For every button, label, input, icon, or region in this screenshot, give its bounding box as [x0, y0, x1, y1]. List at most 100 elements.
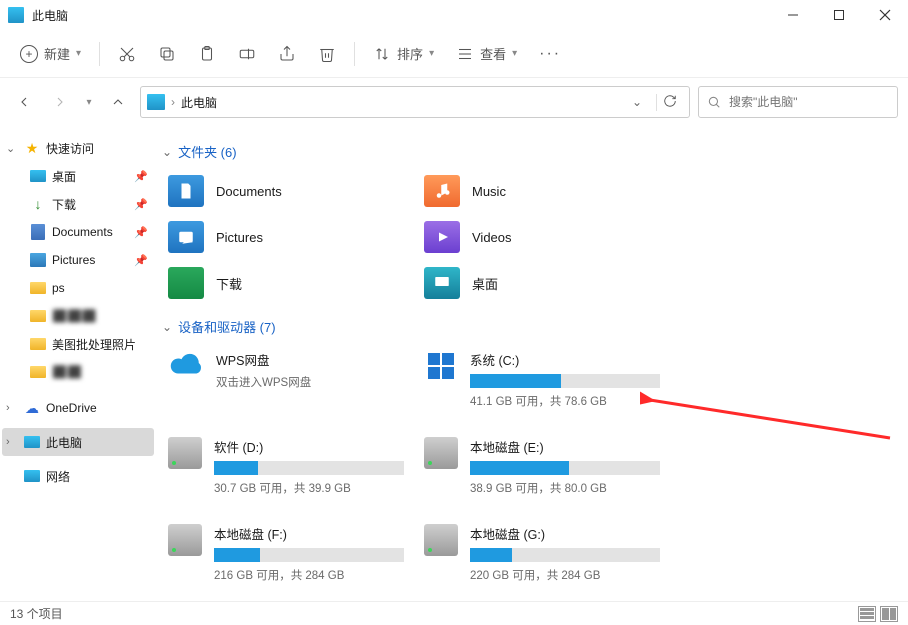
sidebar-item-documents[interactable]: Documents 📌 — [2, 218, 154, 246]
chevron-right-icon: › — [6, 436, 18, 448]
refresh-button[interactable] — [656, 94, 683, 111]
rename-button[interactable] — [228, 39, 266, 69]
delete-button[interactable] — [308, 39, 346, 69]
sidebar-item-label: 美图批处理照片 — [52, 336, 136, 353]
folder-label: Pictures — [216, 230, 263, 245]
cut-button[interactable] — [108, 39, 146, 69]
drive-name: 系统 (C:) — [470, 350, 660, 369]
pictures-icon — [30, 253, 46, 267]
sidebar-item-label: ⬛⬛⬛ — [52, 309, 97, 323]
drive-item[interactable]: 本地磁盘 (G:) 220 GB 可用，共 284 GB — [418, 520, 666, 587]
folder-thumb-icon — [424, 267, 460, 299]
minimize-button[interactable] — [770, 0, 816, 30]
icons-view-button[interactable] — [880, 606, 898, 622]
sidebar-item-ps[interactable]: ps — [2, 274, 154, 302]
back-button[interactable] — [10, 88, 38, 116]
drives-grid: WPS网盘双击进入WPS网盘 系统 (C:) 41.1 GB 可用，共 78.6 G… — [162, 346, 900, 601]
folder-item[interactable]: Videos — [418, 217, 666, 257]
new-button[interactable]: + 新建 ▾ — [10, 38, 91, 69]
address-dropdown[interactable]: ⌄ — [628, 95, 646, 109]
drive-item[interactable]: 本地磁盘 (F:)216 GB 可用，共 284 GB — [162, 520, 410, 587]
breadcrumb[interactable]: 此电脑 — [181, 94, 217, 111]
sidebar-item-desktop[interactable]: 桌面 📌 — [2, 162, 154, 190]
wps-cloud-icon — [168, 350, 204, 382]
paste-button[interactable] — [188, 39, 226, 69]
drive-item[interactable]: 软件 (D:)30.7 GB 可用，共 39.9 GB — [162, 433, 410, 500]
drive-name: 本地磁盘 (E:) — [470, 437, 660, 456]
rename-icon — [238, 45, 256, 63]
folder-label: 桌面 — [472, 274, 498, 293]
sidebar-item-downloads[interactable]: ↓ 下载 📌 — [2, 190, 154, 218]
folder-label: Music — [472, 184, 506, 199]
separator — [99, 42, 100, 66]
sidebar-network[interactable]: 网络 — [2, 462, 154, 490]
forward-button[interactable] — [46, 88, 74, 116]
drive-capacity-bar — [214, 461, 404, 475]
sidebar-item-redacted-1[interactable]: ⬛⬛⬛ — [2, 302, 154, 330]
pin-icon: 📌 — [134, 198, 148, 211]
scissors-icon — [118, 45, 136, 63]
download-icon: ↓ — [30, 196, 46, 212]
status-item-count: 13 个项目 — [10, 605, 63, 622]
copy-icon — [158, 45, 176, 63]
share-button[interactable] — [268, 39, 306, 69]
search-icon — [707, 95, 721, 109]
trash-icon — [318, 45, 336, 63]
folder-icon — [30, 282, 46, 294]
folder-thumb-icon — [424, 221, 460, 253]
folder-item[interactable]: 桌面 — [418, 263, 666, 303]
folder-thumb-icon — [168, 267, 204, 299]
maximize-button[interactable] — [816, 0, 862, 30]
view-button[interactable]: 查看 ▾ — [446, 38, 527, 69]
folder-icon — [30, 310, 46, 322]
recent-button[interactable]: ▾ — [82, 88, 96, 116]
up-button[interactable] — [104, 88, 132, 116]
drive-subtext: 41.1 GB 可用，共 78.6 GB — [470, 393, 660, 409]
folder-thumb-icon — [424, 175, 460, 207]
sidebar-item-redacted-2[interactable]: ⬛⬛ — [2, 358, 154, 386]
details-view-button[interactable] — [858, 606, 876, 622]
sidebar-label: 网络 — [46, 468, 70, 485]
drive-subtext: 216 GB 可用，共 284 GB — [214, 567, 404, 583]
drive-name: 软件 (D:) — [214, 437, 404, 456]
main-content: ⌄ 文件夹 (6) Documents Music Pictures Videos下载… — [156, 126, 908, 601]
sidebar-quick-access[interactable]: ⌄ ★ 快速访问 — [2, 134, 154, 162]
folder-icon — [30, 366, 46, 378]
view-icon — [456, 45, 474, 63]
sort-button[interactable]: 排序 ▾ — [363, 38, 444, 69]
clipboard-icon — [198, 45, 216, 63]
copy-button[interactable] — [148, 39, 186, 69]
folder-item[interactable]: 下载 — [162, 263, 410, 303]
sidebar-this-pc[interactable]: › 此电脑 — [2, 428, 154, 456]
drive-item[interactable]: 本地磁盘 (E:)38.9 GB 可用，共 80.0 GB — [418, 433, 666, 500]
network-icon — [24, 470, 40, 482]
group-header-folders[interactable]: ⌄ 文件夹 (6) — [162, 142, 900, 161]
drive-item[interactable]: 系统 (C:) 41.1 GB 可用，共 78.6 GB — [418, 346, 666, 413]
folders-grid: Documents Music Pictures Videos下载 桌面 — [162, 171, 900, 303]
sidebar-label: 快速访问 — [46, 140, 94, 157]
sidebar-onedrive[interactable]: › ☁ OneDrive — [2, 394, 154, 422]
breadcrumb-separator: › — [171, 95, 175, 109]
folder-item[interactable]: Documents — [162, 171, 410, 211]
address-bar[interactable]: › 此电脑 ⌄ — [140, 86, 690, 118]
sidebar-item-pictures[interactable]: Pictures 📌 — [2, 246, 154, 274]
drive-item[interactable]: WPS网盘双击进入WPS网盘 — [162, 346, 410, 413]
folder-item[interactable]: Music — [418, 171, 666, 211]
more-button[interactable]: ··· — [529, 39, 571, 69]
drive-subtext: 220 GB 可用，共 284 GB — [470, 567, 660, 583]
group-header-devices[interactable]: ⌄ 设备和驱动器 (7) — [162, 317, 900, 336]
windows-drive-icon — [424, 350, 458, 382]
folder-item[interactable]: Pictures — [162, 217, 410, 257]
group-label: 设备和驱动器 (7) — [178, 317, 276, 336]
search-input[interactable] — [727, 94, 889, 110]
search-box[interactable] — [698, 86, 898, 118]
drive-subtext: 双击进入WPS网盘 — [216, 374, 404, 390]
document-icon — [31, 224, 45, 240]
drive-capacity-bar — [470, 548, 660, 562]
sidebar-item-meitu[interactable]: 美图批处理照片 — [2, 330, 154, 358]
this-pc-icon — [147, 94, 165, 110]
close-button[interactable] — [862, 0, 908, 30]
chevron-down-icon: ▾ — [429, 48, 434, 59]
drive-name: 本地磁盘 (G:) — [470, 524, 660, 543]
sidebar-item-label: ps — [52, 281, 65, 295]
